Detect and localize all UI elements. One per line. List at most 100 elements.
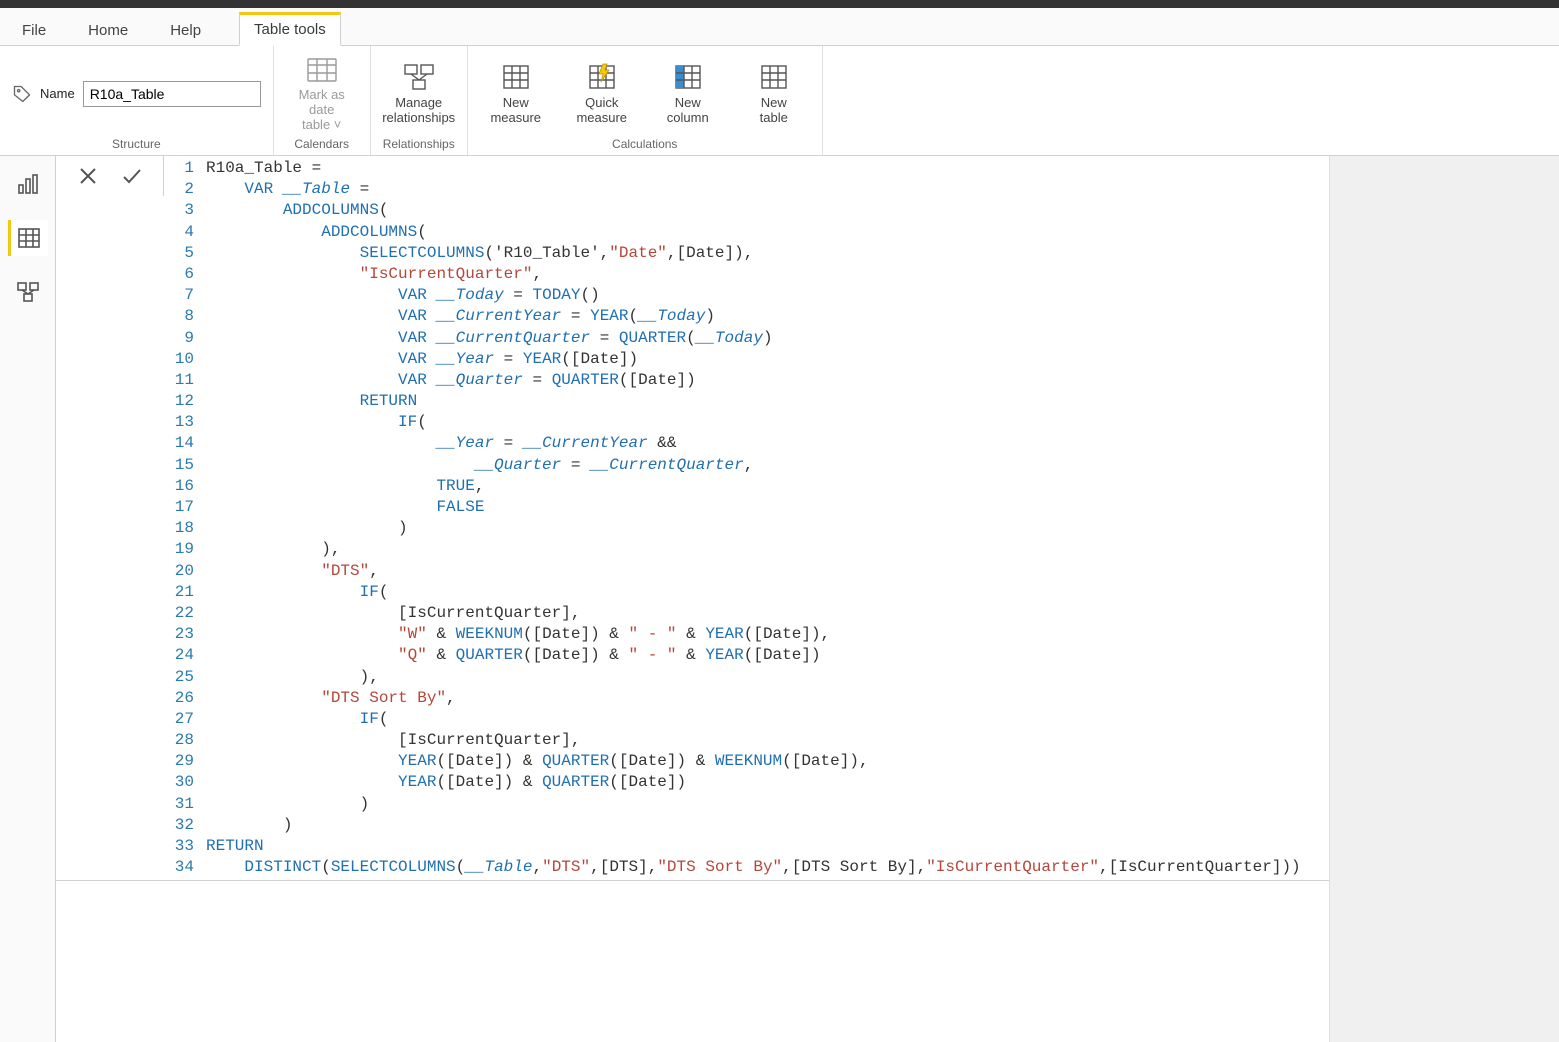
tab-table-tools[interactable]: Table tools	[239, 12, 341, 46]
code-line[interactable]: [IsCurrentQuarter],	[206, 603, 1301, 624]
group-structure: Name Structure	[0, 46, 274, 155]
tab-file[interactable]: File	[18, 14, 50, 45]
line-number: 22	[164, 603, 194, 624]
code-line[interactable]: "W" & WEEKNUM([Date]) & " - " & YEAR([Da…	[206, 624, 1301, 645]
right-pane-collapsed[interactable]	[1329, 156, 1559, 1042]
ribbon-tabs: File Home Help Table tools	[0, 8, 1559, 46]
new-table-button[interactable]: Newtable	[738, 62, 810, 126]
group-label-structure: Structure	[12, 135, 261, 155]
line-number: 8	[164, 306, 194, 327]
line-number: 23	[164, 624, 194, 645]
formula-bar: 1234567891011121314151617181920212223242…	[56, 156, 1329, 881]
code-line[interactable]: YEAR([Date]) & QUARTER([Date])	[206, 772, 1301, 793]
manage-relationships-button[interactable]: Managerelationships	[383, 62, 455, 126]
code-line[interactable]: ),	[206, 667, 1301, 688]
relationships-icon	[402, 62, 436, 92]
code-line[interactable]: VAR __Table =	[206, 179, 1301, 200]
line-number: 26	[164, 688, 194, 709]
code-line[interactable]: __Quarter = __CurrentQuarter,	[206, 455, 1301, 476]
new-measure-button[interactable]: Newmeasure	[480, 62, 552, 126]
code-line[interactable]: __Year = __CurrentYear &&	[206, 433, 1301, 454]
code-line[interactable]: VAR __CurrentQuarter = QUARTER(__Today)	[206, 328, 1301, 349]
code-line[interactable]: VAR __Year = YEAR([Date])	[206, 349, 1301, 370]
measure-icon	[499, 62, 533, 92]
tag-icon	[12, 84, 32, 104]
code-line[interactable]: RETURN	[206, 836, 1301, 857]
line-number: 14	[164, 433, 194, 454]
code-line[interactable]: )	[206, 518, 1301, 539]
line-number: 33	[164, 836, 194, 857]
tab-home[interactable]: Home	[84, 14, 132, 45]
code-line[interactable]: IF(	[206, 582, 1301, 603]
dax-editor[interactable]: 1234567891011121314151617181920212223242…	[164, 156, 1301, 880]
code-line[interactable]: "DTS Sort By",	[206, 688, 1301, 709]
table-name-input[interactable]	[83, 81, 261, 107]
window-titlebar	[0, 0, 1559, 8]
code-line[interactable]: ),	[206, 539, 1301, 560]
quick-measure-button[interactable]: Quickmeasure	[566, 62, 638, 126]
line-number: 7	[164, 285, 194, 306]
new-column-button[interactable]: Newcolumn	[652, 62, 724, 126]
code-line[interactable]: "DTS",	[206, 561, 1301, 582]
code-line[interactable]: RETURN	[206, 391, 1301, 412]
line-number: 3	[164, 200, 194, 221]
code-line[interactable]: IF(	[206, 412, 1301, 433]
line-number: 16	[164, 476, 194, 497]
code-line[interactable]: )	[206, 815, 1301, 836]
line-number: 9	[164, 328, 194, 349]
code-line[interactable]: [IsCurrentQuarter],	[206, 730, 1301, 751]
group-relationships: Managerelationships Relationships	[371, 46, 468, 155]
group-calculations: Newmeasure Quickmeasure Newcolumn Newtab…	[468, 46, 823, 155]
code-line[interactable]: "IsCurrentQuarter",	[206, 264, 1301, 285]
line-number: 21	[164, 582, 194, 603]
line-number: 6	[164, 264, 194, 285]
line-number: 34	[164, 857, 194, 878]
code-line[interactable]: "Q" & QUARTER([Date]) & " - " & YEAR([Da…	[206, 645, 1301, 666]
line-number: 15	[164, 455, 194, 476]
mark-as-date-table-button[interactable]: Mark as datetable ˅	[286, 54, 358, 133]
code-line[interactable]: VAR __CurrentYear = YEAR(__Today)	[206, 306, 1301, 327]
tab-help[interactable]: Help	[166, 14, 205, 45]
code-line[interactable]: ADDCOLUMNS(	[206, 200, 1301, 221]
line-number: 30	[164, 772, 194, 793]
code-line[interactable]: VAR __Today = TODAY()	[206, 285, 1301, 306]
ribbon: Name Structure Mark as datetable ˅ Calen…	[0, 46, 1559, 156]
line-number: 5	[164, 243, 194, 264]
line-number: 18	[164, 518, 194, 539]
group-label-relationships: Relationships	[383, 135, 455, 155]
line-number: 31	[164, 794, 194, 815]
code-line[interactable]: IF(	[206, 709, 1301, 730]
model-view-icon	[16, 281, 40, 303]
line-number: 19	[164, 539, 194, 560]
line-number: 1	[164, 158, 194, 179]
code-line[interactable]: TRUE,	[206, 476, 1301, 497]
line-number: 32	[164, 815, 194, 836]
line-number: 29	[164, 751, 194, 772]
report-view-button[interactable]	[8, 166, 48, 202]
view-sidebar	[0, 156, 56, 1042]
code-line[interactable]: VAR __Quarter = QUARTER([Date])	[206, 370, 1301, 391]
code-line[interactable]: ADDCOLUMNS(	[206, 222, 1301, 243]
code-line[interactable]: SELECTCOLUMNS('R10_Table',"Date",[Date])…	[206, 243, 1301, 264]
commit-formula-icon[interactable]	[120, 164, 144, 188]
model-view-button[interactable]	[8, 274, 48, 310]
code-line[interactable]: )	[206, 794, 1301, 815]
line-number: 25	[164, 667, 194, 688]
line-number: 17	[164, 497, 194, 518]
line-number: 11	[164, 370, 194, 391]
code-line[interactable]: FALSE	[206, 497, 1301, 518]
cancel-formula-icon[interactable]	[76, 164, 100, 188]
report-view-icon	[16, 173, 40, 195]
line-number: 2	[164, 179, 194, 200]
code-line[interactable]: R10a_Table =	[206, 158, 1301, 179]
calendar-icon	[305, 54, 339, 84]
name-label: Name	[40, 86, 75, 101]
line-number: 4	[164, 222, 194, 243]
group-label-calendars: Calendars	[286, 135, 358, 155]
line-number: 20	[164, 561, 194, 582]
code-line[interactable]: YEAR([Date]) & QUARTER([Date]) & WEEKNUM…	[206, 751, 1301, 772]
line-number: 12	[164, 391, 194, 412]
code-line[interactable]: DISTINCT(SELECTCOLUMNS(__Table,"DTS",[DT…	[206, 857, 1301, 878]
data-view-button[interactable]	[8, 220, 48, 256]
line-number: 24	[164, 645, 194, 666]
